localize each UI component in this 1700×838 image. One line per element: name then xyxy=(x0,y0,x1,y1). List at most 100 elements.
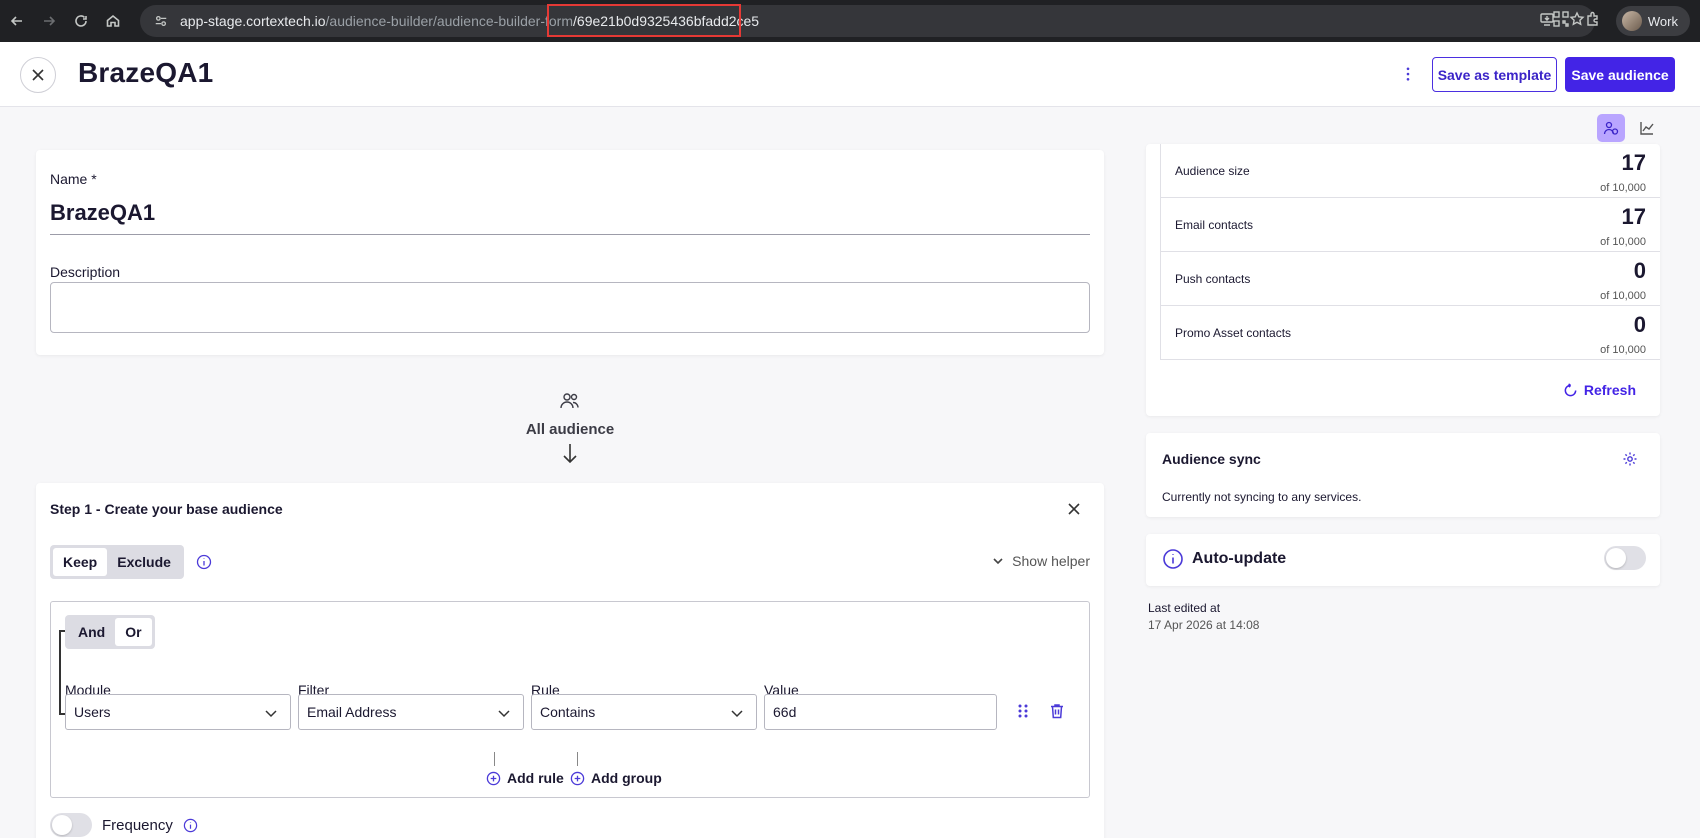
auto-update-toggle[interactable] xyxy=(1604,546,1646,570)
audience-view-button[interactable] xyxy=(1597,114,1625,142)
audience-sync-card: Audience sync Currently not syncing to a… xyxy=(1146,433,1660,517)
stat-row-audience-size: Audience size 17 of 10,000 xyxy=(1160,144,1660,198)
chevron-down-icon xyxy=(265,710,277,718)
forward-icon[interactable] xyxy=(34,6,64,36)
audience-stats-card: Audience size 17 of 10,000 Email contact… xyxy=(1146,144,1660,416)
audience-sync-title: Audience sync xyxy=(1162,451,1261,467)
show-helper-toggle[interactable]: Show helper xyxy=(992,553,1090,569)
line-chart-icon xyxy=(1640,122,1654,135)
drag-handle-icon[interactable] xyxy=(1014,702,1032,720)
avatar xyxy=(1621,11,1642,31)
app-header: BrazeQA1 Save as template Save audience xyxy=(0,42,1700,107)
name-input[interactable]: BrazeQA1 xyxy=(50,200,155,226)
browser-toolbar: app-stage.cortextech.io/audience-builder… xyxy=(0,0,1700,42)
or-option[interactable]: Or xyxy=(115,618,152,646)
keep-option[interactable]: Keep xyxy=(53,548,108,576)
add-rule-label: Add rule xyxy=(507,770,564,786)
rule-value: Contains xyxy=(540,704,596,720)
connector-line xyxy=(577,752,578,766)
arrow-down-icon xyxy=(563,444,577,464)
all-audience-label: All audience xyxy=(525,421,615,438)
stat-label: Audience size xyxy=(1175,164,1250,178)
stat-row-promo-asset-contacts: Promo Asset contacts 0 of 10,000 xyxy=(1160,306,1660,360)
rule-select[interactable]: Contains xyxy=(531,694,757,730)
chevron-down-icon xyxy=(731,710,743,718)
save-as-template-button[interactable]: Save as template xyxy=(1432,57,1557,92)
trash-icon[interactable] xyxy=(1048,702,1066,720)
exclude-option[interactable]: Exclude xyxy=(107,548,181,576)
qr-code-icon[interactable] xyxy=(1552,10,1570,33)
step-card: Step 1 - Create your base audience Keep … xyxy=(36,483,1104,838)
reload-icon[interactable] xyxy=(66,6,96,36)
more-options-icon[interactable] xyxy=(1398,62,1418,86)
module-value: Users xyxy=(74,704,111,720)
address-bar[interactable]: app-stage.cortextech.io/audience-builder… xyxy=(140,5,1595,37)
description-textarea[interactable] xyxy=(50,282,1090,333)
close-icon xyxy=(32,69,44,81)
chevron-down-icon xyxy=(498,710,510,718)
stat-value: 17 xyxy=(1621,150,1646,175)
stat-of: of 10,000 xyxy=(1600,344,1646,356)
users-icon xyxy=(1603,121,1619,135)
gear-icon[interactable] xyxy=(1622,451,1638,467)
module-select[interactable]: Users xyxy=(65,694,291,730)
refresh-button[interactable]: Refresh xyxy=(1563,382,1636,398)
show-helper-label: Show helper xyxy=(1012,553,1090,569)
url-path: /audience-builder/audience-builder-form xyxy=(325,13,574,29)
save-audience-button[interactable]: Save audience xyxy=(1565,57,1675,92)
extensions-icon[interactable] xyxy=(1584,10,1602,33)
last-edited-label: Last edited at xyxy=(1148,601,1221,615)
plus-circle-icon xyxy=(486,771,501,785)
and-option[interactable]: And xyxy=(68,618,115,646)
plus-circle-icon xyxy=(570,771,585,785)
info-icon[interactable] xyxy=(1162,548,1184,570)
stat-row-push-contacts: Push contacts 0 of 10,000 xyxy=(1160,252,1660,306)
analytics-view-button[interactable] xyxy=(1633,114,1661,142)
browser-actions: Work xyxy=(1552,0,1700,42)
value-text: 66d xyxy=(773,704,797,720)
stat-value: 0 xyxy=(1633,312,1646,337)
last-edited-value: 17 Apr 2026 at 14:08 xyxy=(1148,618,1260,632)
connector-line xyxy=(494,752,495,766)
and-or-toggle: And Or xyxy=(65,615,155,649)
audience-icon xyxy=(560,393,579,409)
stat-of: of 10,000 xyxy=(1600,182,1646,194)
name-underline xyxy=(50,234,1090,235)
chevron-down-icon xyxy=(993,558,1003,565)
stat-label: Promo Asset contacts xyxy=(1175,326,1292,340)
stat-of: of 10,000 xyxy=(1600,236,1646,248)
info-icon[interactable] xyxy=(183,818,198,833)
stat-of: of 10,000 xyxy=(1600,290,1646,302)
stat-value: 0 xyxy=(1633,258,1646,283)
value-input[interactable]: 66d xyxy=(764,694,997,730)
name-card: Name * BrazeQA1 Description xyxy=(36,150,1104,355)
add-group-button[interactable]: Add group xyxy=(570,770,662,786)
close-icon[interactable] xyxy=(1066,501,1082,517)
page-title: BrazeQA1 xyxy=(78,57,214,88)
filter-select[interactable]: Email Address xyxy=(298,694,524,730)
all-audience-node: All audience xyxy=(490,390,650,469)
add-group-label: Add group xyxy=(591,770,662,786)
profile-chip[interactable]: Work xyxy=(1615,6,1690,36)
back-icon[interactable] xyxy=(2,6,32,36)
url-host: app-stage.cortextech.io xyxy=(180,13,326,29)
refresh-icon xyxy=(1564,382,1577,396)
refresh-label: Refresh xyxy=(1583,382,1636,398)
frequency-toggle[interactable] xyxy=(50,813,92,837)
auto-update-card: Auto-update xyxy=(1146,534,1660,586)
frequency-label: Frequency xyxy=(102,816,173,834)
site-info-icon[interactable] xyxy=(152,12,170,30)
auto-update-label: Auto-update xyxy=(1192,550,1287,567)
frequency-row: Frequency xyxy=(50,813,198,837)
close-button[interactable] xyxy=(20,57,56,93)
add-rule-button[interactable]: Add rule xyxy=(486,770,564,786)
rule-group: And Or Module Users Filter Email Address… xyxy=(50,601,1090,798)
description-label: Description xyxy=(50,264,121,280)
filter-value: Email Address xyxy=(307,704,397,720)
stat-label: Push contacts xyxy=(1175,272,1251,286)
audience-sync-status: Currently not syncing to any services. xyxy=(1162,490,1362,504)
home-icon[interactable] xyxy=(98,6,128,36)
info-icon[interactable] xyxy=(196,554,212,570)
stat-value: 17 xyxy=(1621,204,1646,229)
profile-label: Work xyxy=(1647,13,1678,29)
